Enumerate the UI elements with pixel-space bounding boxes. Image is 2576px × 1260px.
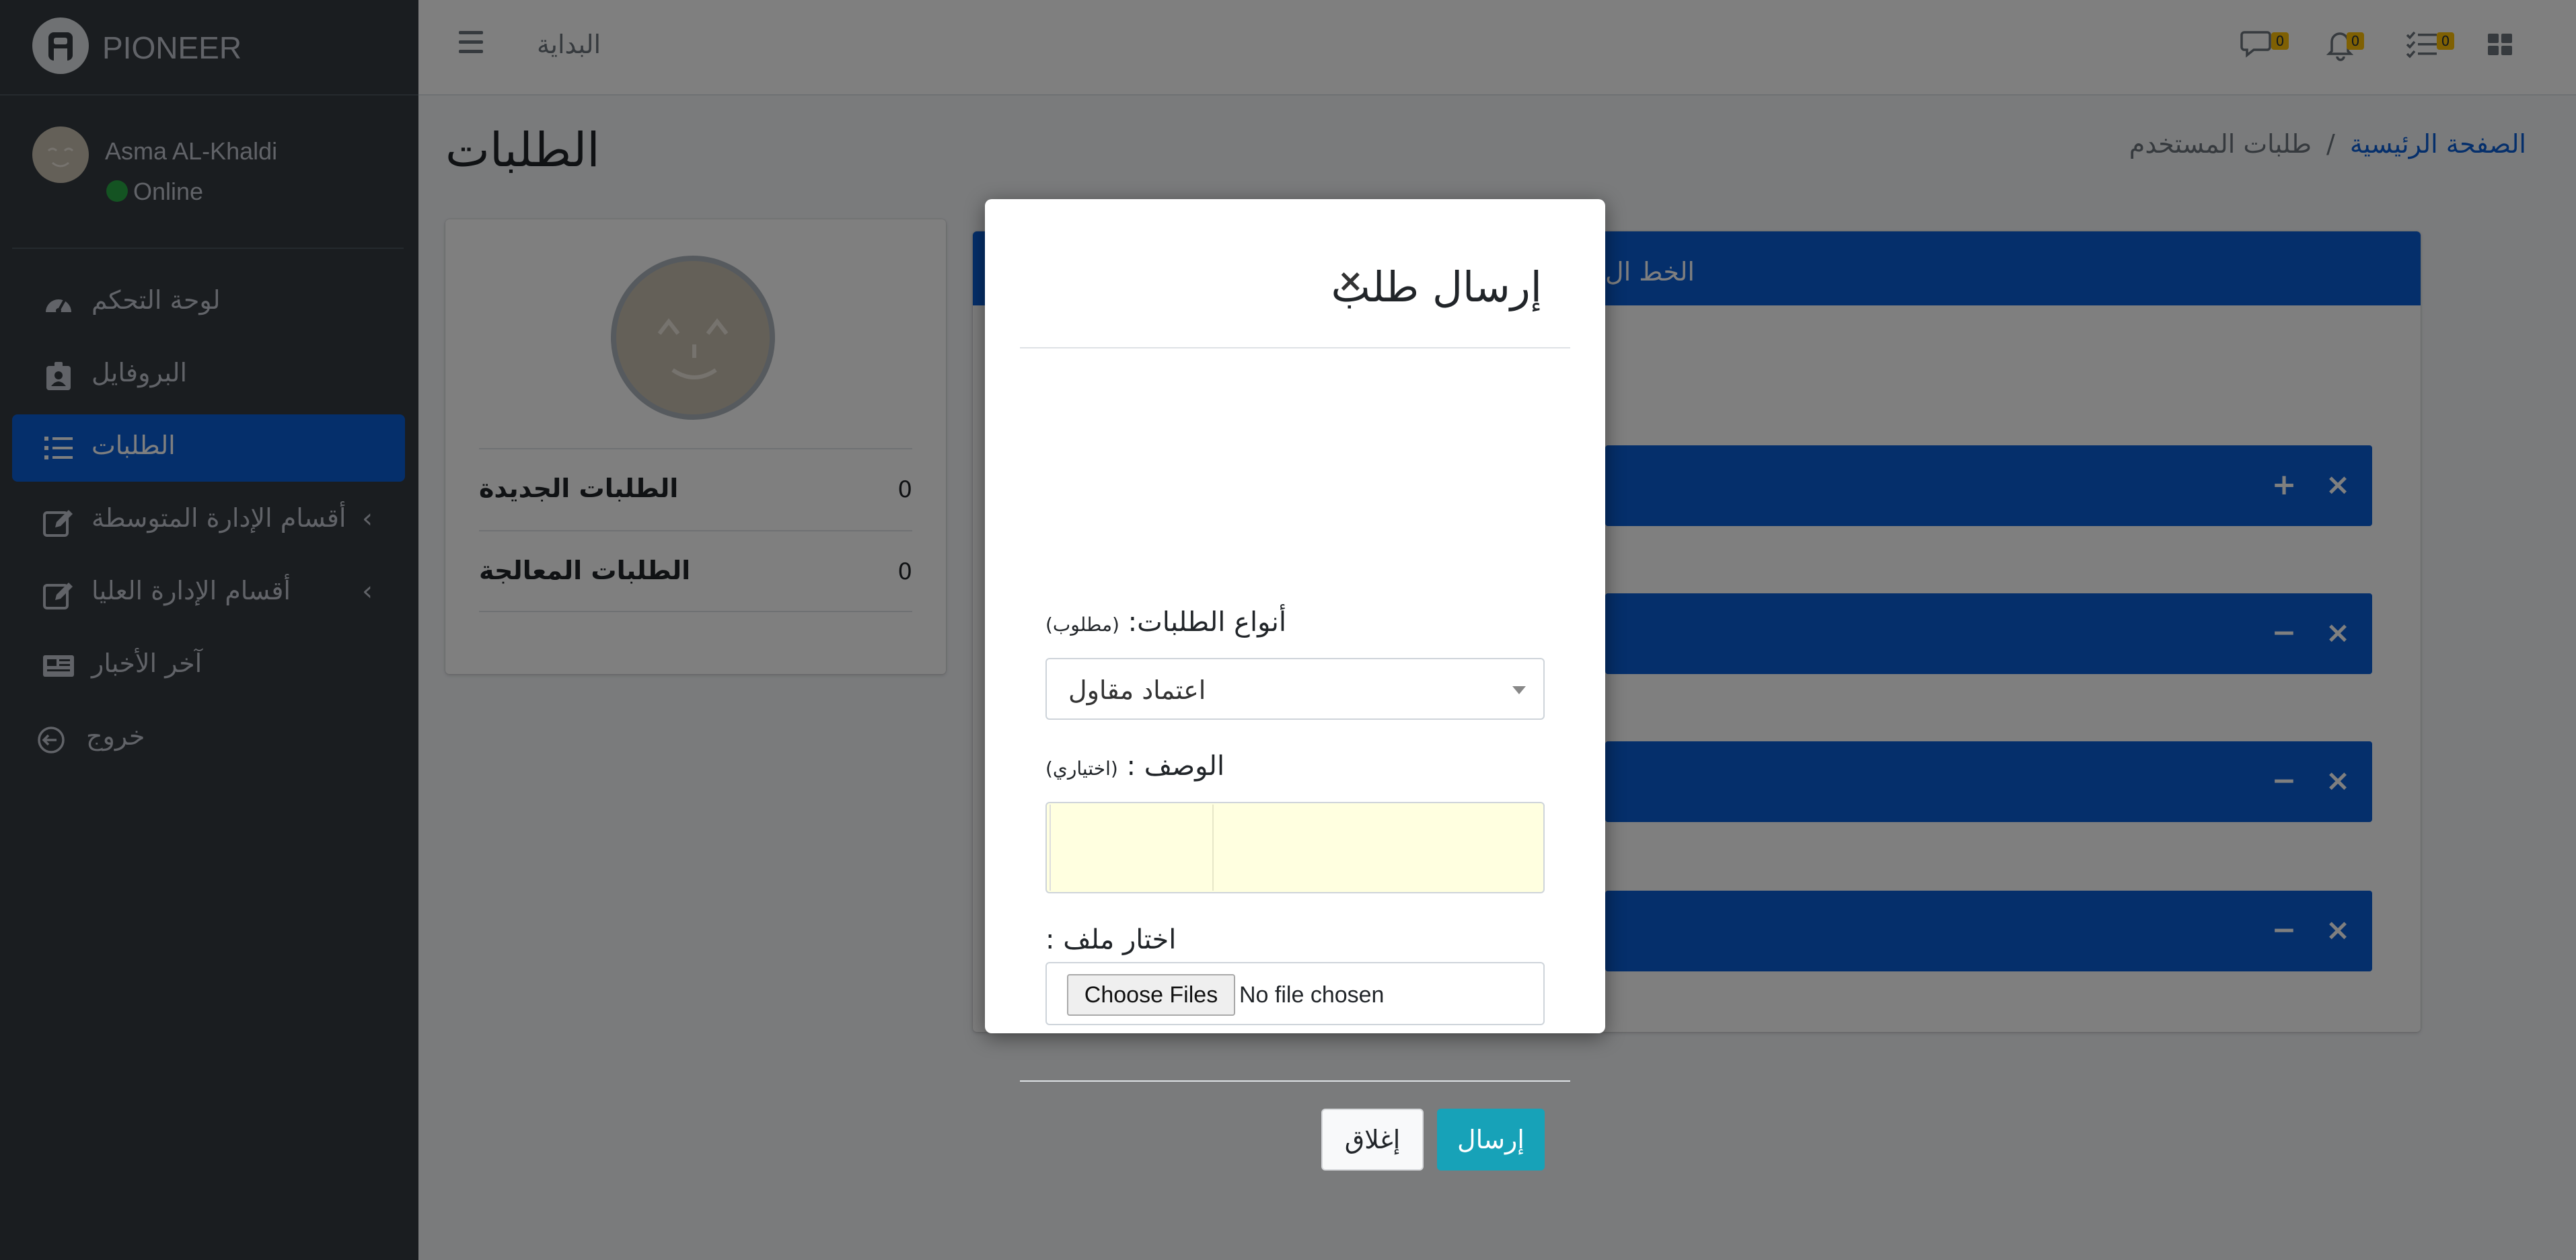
description-label: الوصف : (اختياري) [1045,751,1224,782]
modal-header: إرسال طلب × [1020,199,1570,348]
optional-note: (اختياري) [1045,757,1118,780]
close-modal-button[interactable]: إغلاق [1321,1109,1424,1171]
description-textarea[interactable] [1045,802,1545,893]
request-type-select[interactable]: اعتماد مقاول [1045,658,1545,720]
dropdown-arrow-icon [1512,686,1526,694]
choose-files-button[interactable]: Choose Files [1067,974,1235,1016]
request-type-selected-value: اعتماد مقاول [1068,675,1206,705]
app-root: PIONEER Asma AL-Khaldi Online لوحة التحك… [0,0,2576,1260]
send-request-modal: إرسال طلب × أنواع الطلبات: (مطلوب) اعتما… [985,199,1605,1171]
textarea-guide-line [1212,805,1214,891]
textarea-guide-line [1050,805,1051,891]
required-note: (مطلوب) [1045,614,1119,636]
send-request-button[interactable]: إرسال [1437,1109,1545,1171]
file-status-text: No file chosen [1239,982,1385,1008]
description-label-text: الوصف : [1126,751,1225,782]
file-input[interactable]: Choose Files No file chosen [1045,962,1545,1025]
modal-footer-divider [1020,1080,1570,1082]
close-icon[interactable]: × [1337,262,1364,299]
request-type-label-text: أنواع الطلبات: [1128,607,1286,638]
request-type-label: أنواع الطلبات: (مطلوب) [1045,607,1286,638]
file-label: اختار ملف : [1045,924,1177,955]
